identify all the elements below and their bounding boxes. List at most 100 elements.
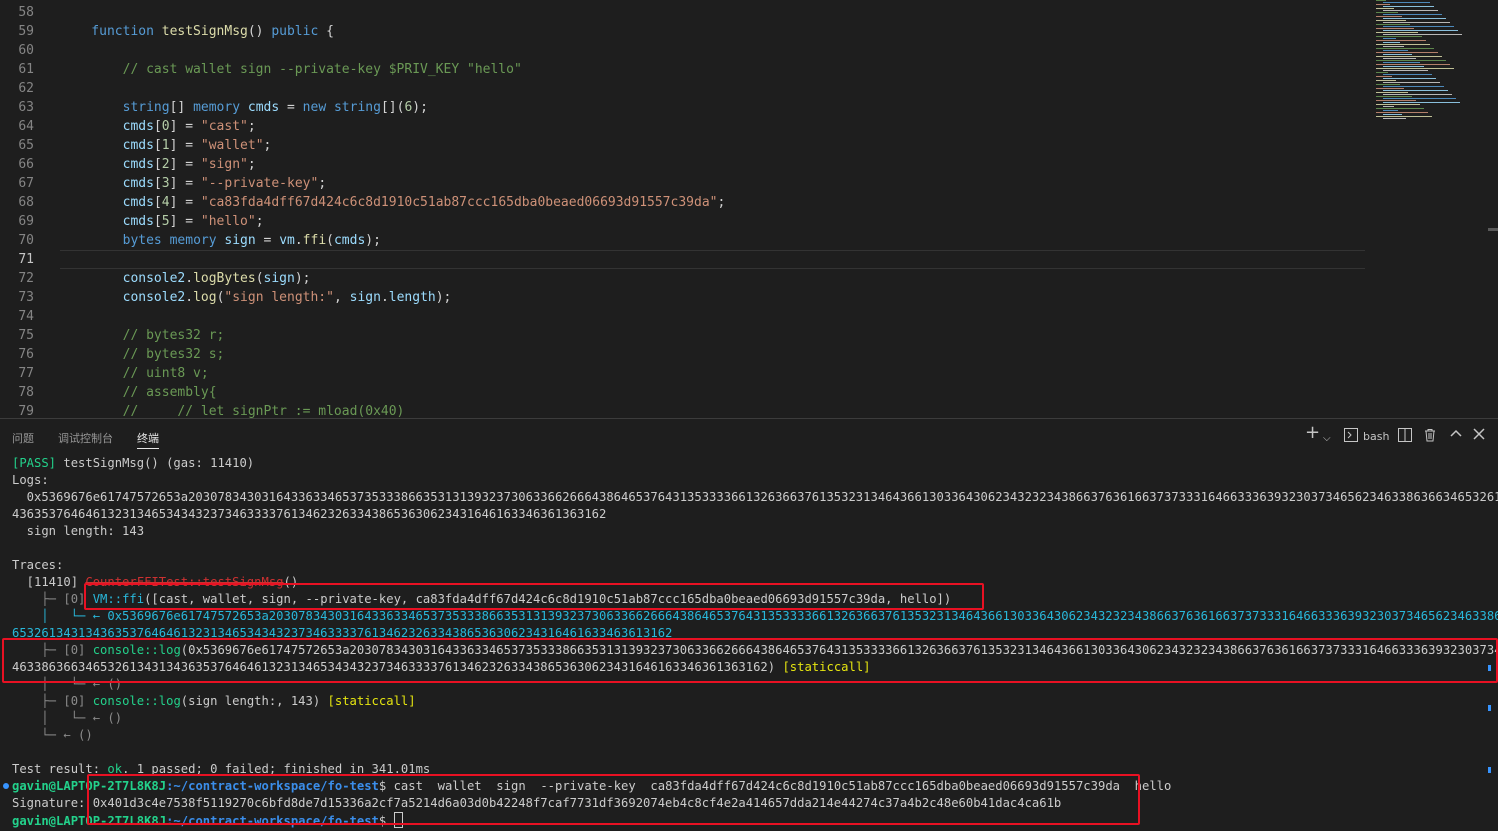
pass-tag: [PASS]	[12, 456, 57, 470]
minimap-line	[1383, 42, 1400, 43]
line-number: 74	[18, 309, 34, 324]
minimap-line	[1376, 24, 1410, 25]
minimap-line	[1383, 10, 1438, 11]
line-number: 76	[18, 347, 34, 362]
close-icon[interactable]	[1473, 428, 1485, 444]
line-number: 60	[18, 43, 34, 58]
minimap-line	[1383, 2, 1430, 3]
minimap-line	[1376, 8, 1394, 9]
code-line[interactable]: cmds[2] = "sign";	[60, 155, 1365, 174]
code-line[interactable]	[60, 41, 1365, 60]
minimap-line	[1376, 104, 1420, 105]
code-line[interactable]: // cast wallet sign --private-key $PRIV_…	[60, 60, 1365, 79]
minimap-line	[1376, 60, 1446, 61]
code-line[interactable]: function testSignMsg() public {	[60, 22, 1365, 41]
tab-problems[interactable]: 问题	[12, 430, 34, 446]
highlight-ffi-call	[84, 583, 984, 610]
minimap-line	[1383, 94, 1452, 95]
code-area[interactable]: function testSignMsg() public { // cast …	[60, 3, 1365, 418]
trace-return: │ └─ ← ()	[12, 711, 123, 725]
sign-length-log: sign length: 143	[12, 524, 145, 538]
line-number: 78	[18, 385, 34, 400]
code-line[interactable]: cmds[0] = "cast";	[60, 117, 1365, 136]
scroll-marker	[1488, 767, 1491, 773]
minimap-line	[1376, 80, 1396, 81]
line-number: 73	[18, 290, 34, 305]
code-line[interactable]: cmds[5] = "hello";	[60, 212, 1365, 231]
code-line[interactable]: string[] memory cmds = new string[](6);	[60, 98, 1365, 117]
minimap-line	[1376, 116, 1432, 117]
minimap-line	[1383, 30, 1458, 31]
minimap-line	[1383, 58, 1416, 59]
minimap-line	[1383, 22, 1450, 23]
minimap-line	[1376, 40, 1426, 41]
code-line[interactable]: bytes memory sign = vm.ffi(cmds);	[60, 231, 1365, 250]
minimap-line	[1376, 88, 1404, 89]
code-line[interactable]: // bytes32 r;	[60, 326, 1365, 345]
minimap-line	[1383, 114, 1402, 115]
shell-label: bash	[1363, 430, 1390, 443]
code-line[interactable]	[60, 79, 1365, 98]
tab-terminal[interactable]: 终端	[137, 430, 159, 449]
minimap-line	[1383, 110, 1398, 111]
minimap-line	[1376, 4, 1390, 5]
code-line[interactable]: // assembly{	[60, 383, 1365, 402]
line-number: 65	[18, 138, 34, 153]
editor-scrollbar-marker[interactable]	[1488, 228, 1498, 231]
minimap-line	[1376, 0, 1386, 1]
code-line[interactable]: // bytes32 s;	[60, 345, 1365, 364]
line-number: 70	[18, 233, 34, 248]
pass-line: [PASS] testSignMsg() (gas: 11410)	[12, 456, 255, 470]
bottom-panel: 问题 调试控制台 终端 + ⌵ bash [PASS] testSignMsg(…	[0, 418, 1498, 831]
line-number: 72	[18, 271, 34, 286]
code-line[interactable]: // // let signPtr := mload(0x40)	[60, 402, 1365, 418]
line-number: 69	[18, 214, 34, 229]
line-number-gutter: 58 59 60 61 62 63 64 65 66 67 68 69 70 71 72 73 74 75 76 77…	[0, 3, 44, 418]
line-number: 75	[18, 328, 34, 343]
scroll-marker	[1488, 665, 1491, 671]
chevron-down-icon[interactable]: ⌵	[1323, 431, 1331, 447]
command-decoration-dot	[3, 783, 9, 789]
split-icon[interactable]	[1398, 428, 1412, 446]
code-line[interactable]: cmds[4] = "ca83fda4dff67d424c6c8d1910c51…	[60, 193, 1365, 212]
line-number: 77	[18, 366, 34, 381]
terminal-icon[interactable]	[1344, 428, 1358, 446]
minimap-line	[1383, 38, 1396, 39]
tab-debug-console[interactable]: 调试控制台	[58, 430, 113, 446]
code-line-current[interactable]	[60, 250, 1365, 269]
minimap-line	[1376, 52, 1438, 53]
minimap-line	[1383, 98, 1456, 99]
minimap-line	[1383, 90, 1448, 91]
minimap[interactable]	[1372, 0, 1490, 125]
highlight-signature	[87, 774, 1140, 825]
code-line[interactable]: console2.logBytes(sign);	[60, 269, 1365, 288]
trace-return: └─ ← ()	[12, 728, 93, 742]
trash-icon[interactable]	[1423, 428, 1437, 446]
minimap-line	[1376, 100, 1416, 101]
code-line[interactable]	[60, 307, 1365, 326]
minimap-line	[1383, 118, 1406, 119]
code-line[interactable]: cmds[1] = "wallet";	[60, 136, 1365, 155]
minimap-line	[1376, 76, 1392, 77]
maximize-icon[interactable]	[1450, 428, 1462, 444]
scroll-marker	[1488, 705, 1491, 711]
minimap-line	[1383, 50, 1408, 51]
code-line[interactable]: // uint8 v;	[60, 364, 1365, 383]
minimap-line	[1383, 66, 1424, 67]
minimap-line	[1383, 74, 1432, 75]
minimap-line	[1376, 56, 1442, 57]
code-line[interactable]	[60, 3, 1365, 22]
minimap-line	[1383, 18, 1446, 19]
code-line[interactable]: cmds[3] = "--private-key";	[60, 174, 1365, 193]
line-number: 62	[18, 81, 34, 96]
minimap-line	[1383, 46, 1404, 47]
line-number: 66	[18, 157, 34, 172]
code-editor[interactable]: 58 59 60 61 62 63 64 65 66 67 68 69 70 71 72 73 74 75 76 77…	[0, 0, 1498, 418]
minimap-line	[1376, 84, 1400, 85]
minimap-line	[1383, 34, 1462, 35]
code-line[interactable]: console2.log("sign length:", sign.length…	[60, 288, 1365, 307]
minimap-line	[1376, 112, 1428, 113]
line-number: 59	[18, 24, 34, 39]
minimap-line	[1376, 68, 1454, 69]
plus-icon[interactable]: +	[1305, 424, 1320, 442]
